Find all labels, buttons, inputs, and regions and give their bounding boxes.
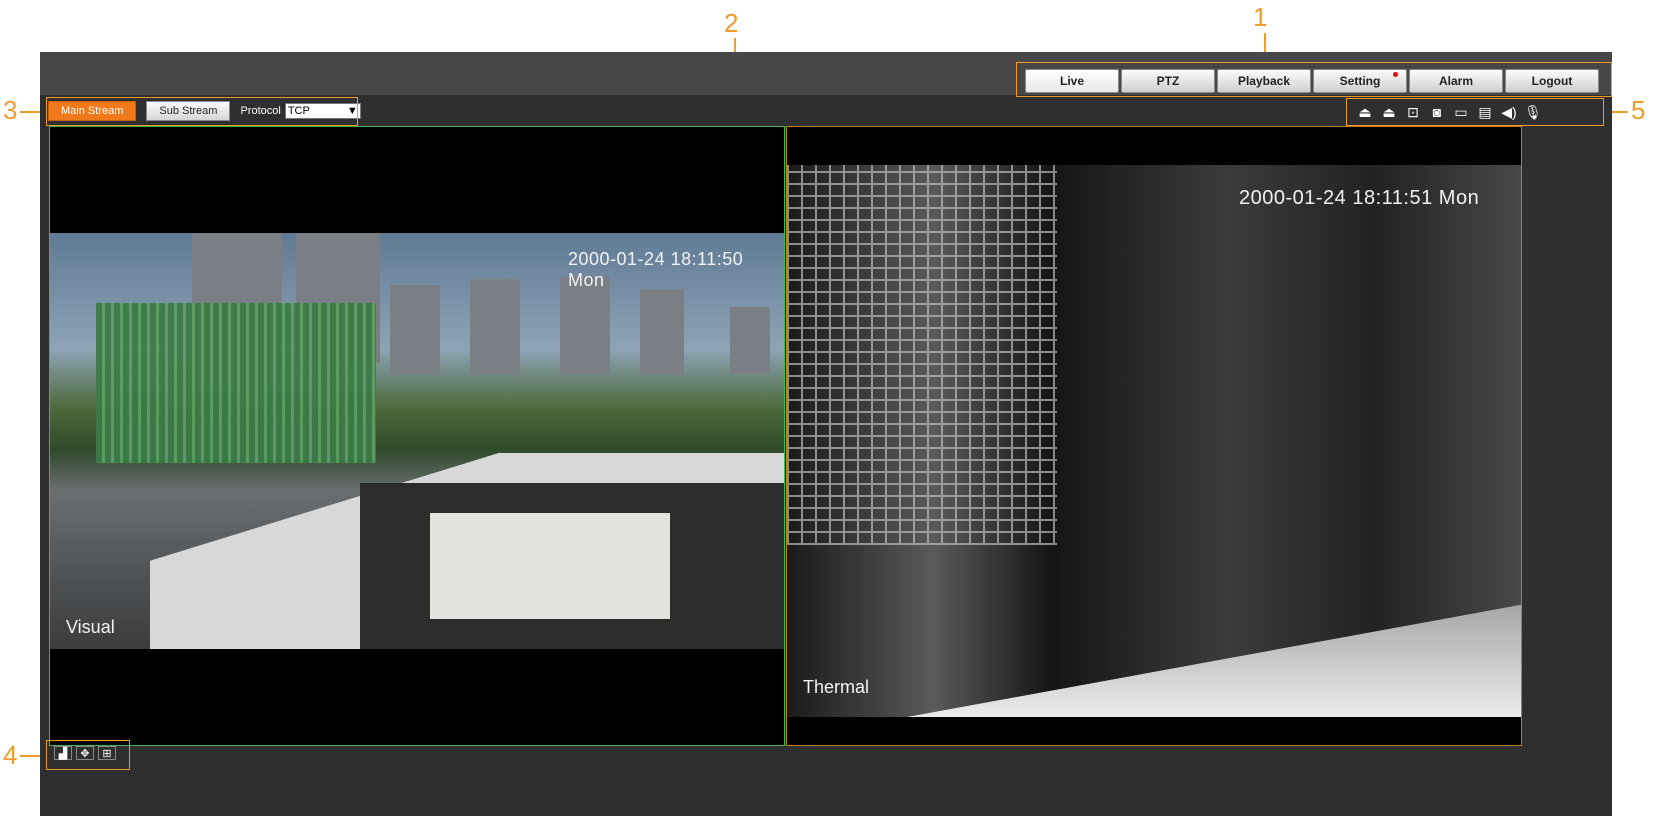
annotation-3: 3 — [3, 95, 18, 125]
high-rise-building — [730, 307, 770, 373]
high-rise-building — [560, 277, 610, 375]
annotation-2: 2 — [724, 8, 739, 38]
annotation-box-stream — [46, 97, 358, 126]
annotation-box-bottom — [46, 740, 130, 770]
high-rise-building — [470, 279, 520, 375]
annotation-box-nav — [1016, 62, 1612, 97]
scaffold-building — [96, 303, 376, 463]
annotation-1: 1 — [1253, 2, 1268, 32]
thermal-channel-label: Thermal — [803, 677, 870, 697]
visual-timestamp: 2000-01-24 18:11:50 Mon — [568, 249, 744, 290]
lattice-facade — [787, 165, 1057, 545]
visual-channel-label: Visual — [66, 617, 115, 637]
thermal-timestamp: 2000-01-24 18:11:51 Mon — [1239, 187, 1480, 209]
annotation-5: 5 — [1631, 95, 1646, 125]
street-area — [907, 604, 1521, 717]
annotation-box-tools — [1346, 98, 1604, 126]
annotation-4: 4 — [3, 740, 18, 770]
visual-camera-image — [50, 233, 784, 649]
visual-video-pane[interactable]: 2000-01-24 18:11:50 Mon Visual — [49, 126, 785, 746]
web-client-window: Live PTZ Playback Setting Alarm Logout M… — [40, 52, 1612, 816]
thermal-camera-image — [787, 165, 1521, 717]
thermal-video-pane[interactable]: 2000-01-24 18:11:51 Mon Thermal — [786, 126, 1522, 746]
rooftop-structure — [430, 513, 670, 619]
high-rise-building — [640, 289, 684, 375]
high-rise-building — [390, 285, 440, 375]
